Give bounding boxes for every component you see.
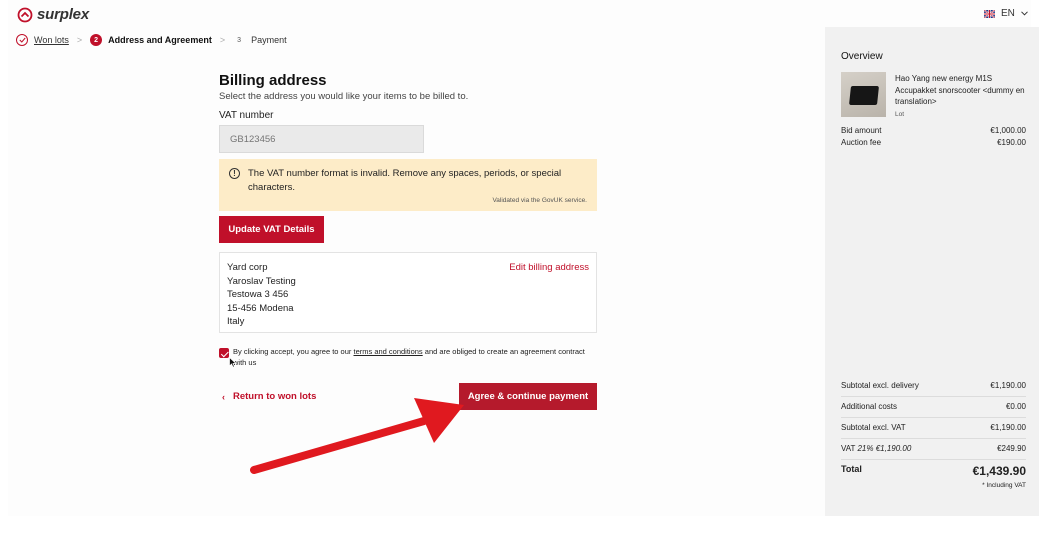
- total-value: €1,439.90: [972, 464, 1026, 478]
- including-vat-note: * Including VAT: [982, 482, 1026, 489]
- language-selector[interactable]: EN: [984, 8, 1028, 19]
- chevron-right-icon: >: [76, 35, 83, 45]
- fee-label: Auction fee: [841, 138, 882, 147]
- bid-label: Bid amount: [841, 126, 882, 135]
- divider: [841, 396, 1026, 397]
- step-number-2: 2: [90, 34, 103, 46]
- alert-note: Validated via the GovUK service.: [492, 197, 587, 204]
- fee-value: €190.00: [997, 138, 1026, 147]
- billing-section: Billing address Select the address you w…: [219, 72, 597, 153]
- mouse-cursor-icon: [229, 357, 237, 368]
- agree-continue-button[interactable]: Agree & continue payment: [459, 383, 597, 410]
- info-icon: !: [229, 168, 240, 179]
- additional-label: Additional costs: [841, 402, 898, 411]
- step-payment: 3 Payment: [233, 34, 287, 46]
- bid-amount-row: Bid amount €1,000.00: [841, 126, 1026, 135]
- step-label-payment: Payment: [251, 35, 287, 45]
- language-code: EN: [1001, 8, 1015, 19]
- chevron-down-icon: [1021, 11, 1028, 16]
- logo-text: surplex: [37, 6, 89, 23]
- alert-message: The VAT number format is invalid. Remove…: [248, 168, 562, 193]
- step-label-won-lots: Won lots: [34, 35, 69, 45]
- subtotal-delivery-row: Subtotal excl. delivery €1,190.00: [841, 381, 1026, 390]
- total-row: Total €1,439.90: [841, 464, 1026, 478]
- page: surplex EN Won lots > 2 Address and Agre…: [8, 0, 1039, 516]
- step-number-3: 3: [237, 36, 242, 44]
- address-line: 15-456 Modena: [227, 302, 294, 314]
- agreement-checkbox[interactable]: [219, 348, 237, 368]
- subtotal-vat-row: Subtotal excl. VAT €1,190.00: [841, 423, 1026, 432]
- additional-costs-row: Additional costs €0.00: [841, 402, 1026, 411]
- billing-address-card: Yard corp Yaroslav Testing Testowa 3 456…: [219, 252, 597, 333]
- address-line: Italy: [227, 316, 245, 327]
- order-overview-panel: Overview Hao Yang new energy M1S Accupak…: [825, 27, 1039, 516]
- product-thumbnail: [841, 72, 886, 117]
- step-address-agreement: 2 Address and Agreement: [90, 34, 212, 46]
- vat-label: VAT number: [219, 110, 274, 121]
- subtotal-delivery-label: Subtotal excl. delivery: [841, 381, 919, 390]
- subtotal-vat-label: Subtotal excl. VAT: [841, 423, 906, 432]
- annotation-arrow-icon: [250, 398, 464, 474]
- divider: [841, 417, 1026, 418]
- subtotal-delivery-value: €1,190.00: [990, 381, 1026, 390]
- chevron-left-icon: ‹: [222, 391, 225, 402]
- edit-billing-address-link[interactable]: Edit billing address: [509, 262, 589, 273]
- auction-fee-row: Auction fee €190.00: [841, 138, 1026, 147]
- agreement-row: By clicking accept, you agree to our ter…: [219, 346, 599, 368]
- divider: [841, 438, 1026, 439]
- bid-value: €1,000.00: [990, 126, 1026, 135]
- vat-value: €249.90: [997, 444, 1026, 453]
- divider: [841, 459, 1026, 460]
- step-won-lots[interactable]: Won lots: [16, 34, 69, 46]
- update-vat-button[interactable]: Update VAT Details: [219, 216, 324, 243]
- subtotal-vat-value: €1,190.00: [990, 423, 1026, 432]
- product-type: Lot: [895, 111, 905, 118]
- billing-title: Billing address: [219, 72, 327, 89]
- vat-label-text: VAT: [841, 444, 856, 453]
- vat-detail: 21% €1,190.00: [857, 444, 912, 453]
- agreement-text: By clicking accept, you agree to our ter…: [233, 346, 599, 368]
- uk-flag-icon: [984, 9, 995, 18]
- step-label-address: Address and Agreement: [108, 35, 212, 45]
- logo[interactable]: surplex: [17, 6, 89, 23]
- vat-error-alert: ! The VAT number format is invalid. Remo…: [219, 159, 597, 211]
- product-name: Hao Yang new energy M1S Accupakket snors…: [895, 74, 1025, 106]
- check-icon: [16, 34, 28, 46]
- additional-value: €0.00: [1005, 402, 1026, 411]
- agreement-text-before: By clicking accept, you agree to our: [233, 347, 354, 356]
- terms-link[interactable]: terms and conditions: [353, 347, 422, 356]
- surplex-logo-icon: [17, 7, 33, 22]
- address-line: Testowa 3 456: [227, 289, 289, 300]
- address-line: Yaroslav Testing: [227, 275, 296, 287]
- vat-number-input[interactable]: [219, 125, 424, 153]
- vat-row-label: VAT 21% €1,190.00: [841, 444, 911, 453]
- vat-row: VAT 21% €1,190.00 €249.90: [841, 444, 1026, 453]
- checkout-steps: Won lots > 2 Address and Agreement > 3 P…: [16, 34, 287, 46]
- overview-title: Overview: [841, 51, 883, 62]
- total-label: Total: [841, 464, 862, 474]
- billing-subtitle: Select the address you would like your i…: [219, 91, 469, 102]
- chevron-right-icon: >: [219, 35, 226, 45]
